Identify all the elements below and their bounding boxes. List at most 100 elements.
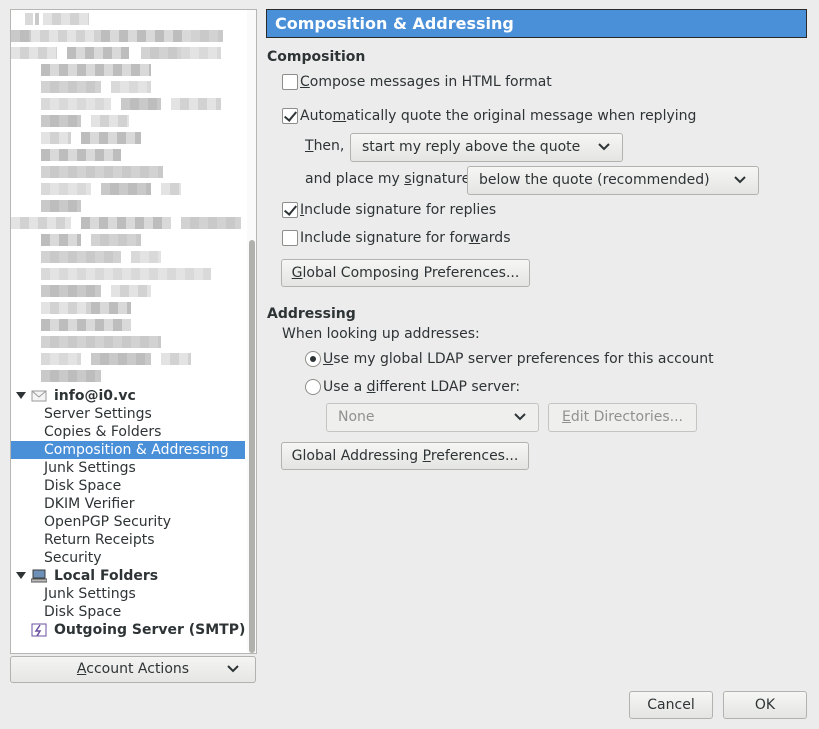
redacted-block — [41, 81, 101, 93]
redacted-block — [41, 353, 81, 365]
sig-forwards-checkbox[interactable] — [282, 230, 298, 246]
edit-directories-button[interactable]: Edit Directories... — [548, 403, 697, 432]
redacted-block — [81, 217, 171, 229]
account-tree[interactable]: info@i0.vc Server Settings Copies & Fold… — [10, 9, 257, 654]
redacted-block — [41, 285, 101, 297]
redacted-block — [111, 285, 151, 297]
tree-item-openpgp-security[interactable]: OpenPGP Security — [11, 513, 245, 531]
page-title: Composition & Addressing — [266, 9, 807, 38]
redacted-block — [91, 234, 141, 246]
redacted-block — [43, 13, 89, 25]
tree-local-folders-label: Local Folders — [54, 568, 159, 584]
redacted-block — [41, 183, 91, 195]
redacted-block — [41, 115, 81, 127]
global-addressing-preferences-button[interactable]: Global Addressing Preferences... — [281, 442, 529, 470]
redacted-block — [41, 370, 101, 382]
tree-item-local-junk-settings[interactable]: Junk Settings — [11, 585, 245, 603]
tree-item-return-receipts[interactable]: Return Receipts — [11, 531, 245, 549]
html-format-label[interactable]: Compose messages in HTML format — [300, 74, 552, 90]
redacted-block — [31, 30, 101, 42]
use-global-ldap-label[interactable]: Use my global LDAP server preferences fo… — [323, 351, 714, 367]
redacted-block — [11, 217, 71, 229]
chevron-down-icon — [734, 176, 746, 184]
redacted-block — [121, 98, 161, 110]
tree-item-dkim-verifier[interactable]: DKIM Verifier — [11, 495, 245, 513]
tree-item-server-settings[interactable]: Server Settings — [11, 405, 245, 423]
then-label: Then, — [305, 138, 345, 154]
sig-forwards-label[interactable]: Include signature for forwards — [300, 230, 511, 246]
redacted-block — [41, 166, 163, 178]
redacted-block — [141, 47, 181, 59]
redacted-block — [67, 47, 129, 59]
mail-account-icon — [31, 390, 47, 402]
addressing-heading: Addressing — [267, 306, 356, 322]
redacted-block — [41, 319, 131, 331]
redacted-block — [101, 183, 151, 195]
tree-scrollbar[interactable] — [247, 10, 256, 653]
redacted-block — [41, 64, 151, 76]
redacted-block — [91, 353, 151, 365]
redacted-block — [81, 132, 141, 144]
redacted-block — [41, 268, 211, 280]
tree-local-folders[interactable]: Local Folders — [11, 567, 245, 585]
redacted-block — [41, 132, 71, 144]
tree-item-composition-addressing[interactable]: Composition & Addressing — [11, 441, 245, 459]
ok-button[interactable]: OK — [723, 691, 807, 719]
redacted-block — [161, 353, 191, 365]
redacted-block — [91, 115, 129, 127]
expander-arrow-icon[interactable] — [16, 572, 26, 579]
redacted-block — [181, 217, 241, 229]
ldap-server-select[interactable]: None — [326, 403, 539, 432]
signature-position-select[interactable]: below the quote (recommended) — [467, 166, 759, 195]
redacted-block — [91, 302, 131, 314]
tree-item-junk-settings[interactable]: Junk Settings — [11, 459, 245, 477]
cancel-button[interactable]: Cancel — [629, 691, 713, 719]
computer-icon — [31, 569, 47, 583]
redacted-block — [41, 234, 81, 246]
expander-arrow-icon[interactable] — [16, 392, 26, 399]
outgoing-server-icon — [31, 623, 47, 637]
redacted-block — [41, 336, 161, 348]
global-composing-preferences-button[interactable]: Global Composing Preferences... — [281, 259, 530, 287]
tree-item-security[interactable]: Security — [11, 549, 245, 567]
use-different-ldap-radio[interactable] — [305, 379, 321, 395]
redacted-block — [41, 98, 111, 110]
redacted-block — [191, 30, 223, 42]
auto-quote-checkbox[interactable] — [282, 108, 298, 124]
auto-quote-label[interactable]: Automatically quote the original message… — [300, 108, 696, 124]
reply-position-select[interactable]: start my reply above the quote — [350, 133, 623, 162]
tree-item-disk-space[interactable]: Disk Space — [11, 477, 245, 495]
chevron-down-icon — [227, 665, 239, 673]
redacted-block — [181, 47, 221, 59]
tree-item-copies-folders[interactable]: Copies & Folders — [11, 423, 245, 441]
use-different-ldap-label[interactable]: Use a different LDAP server: — [323, 379, 520, 395]
signature-placement-label: and place my signature — [305, 171, 471, 187]
tree-outgoing-server[interactable]: Outgoing Server (SMTP) — [11, 621, 245, 639]
tree-item-local-disk-space[interactable]: Disk Space — [11, 603, 245, 621]
redacted-block — [41, 200, 81, 212]
redacted-block — [131, 251, 161, 263]
use-global-ldap-radio[interactable] — [305, 351, 321, 367]
lookup-addresses-label: When looking up addresses: — [282, 326, 480, 342]
tree-outgoing-label: Outgoing Server (SMTP) — [54, 622, 246, 638]
redacted-block — [171, 98, 221, 110]
scrollbar-thumb[interactable] — [249, 240, 255, 653]
redacted-block — [35, 13, 39, 25]
sig-replies-label[interactable]: Include signature for replies — [300, 202, 496, 218]
blurred-account-list — [11, 10, 247, 390]
chevron-down-icon — [514, 413, 526, 421]
tree-account-label: info@i0.vc — [54, 388, 136, 404]
html-format-checkbox[interactable] — [282, 74, 298, 90]
tree-account-info[interactable]: info@i0.vc — [11, 387, 245, 405]
composition-heading: Composition — [267, 49, 366, 65]
redacted-block — [41, 251, 121, 263]
sig-replies-checkbox[interactable] — [282, 202, 298, 218]
redacted-block — [161, 183, 181, 195]
redacted-block — [111, 81, 151, 93]
chevron-down-icon — [598, 143, 610, 151]
account-actions-button[interactable]: Account Actions — [10, 656, 256, 683]
redacted-block — [41, 149, 121, 161]
redacted-block — [11, 30, 31, 42]
redacted-block — [11, 47, 57, 59]
redacted-block — [25, 13, 33, 25]
